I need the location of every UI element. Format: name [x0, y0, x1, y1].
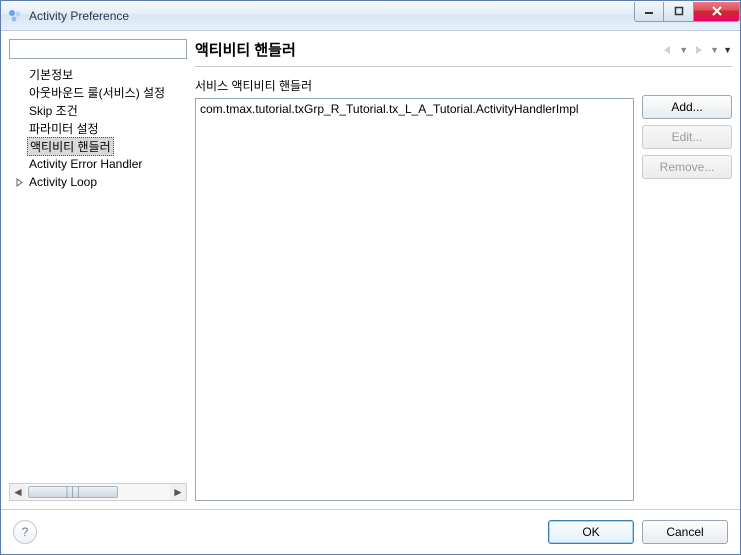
nav-back-menu-icon[interactable]: ▼ [679, 45, 688, 55]
scroll-right-arrow-icon[interactable]: ► [170, 484, 186, 500]
header-nav: ▼ ▼ ▼ [661, 44, 732, 56]
title-bar[interactable]: Activity Preference [1, 1, 740, 31]
page-title: 액티비티 핸들러 [195, 39, 661, 60]
nav-forward-menu-icon[interactable]: ▼ [710, 45, 719, 55]
handler-field: 서비스 액티비티 핸들러 com.tmax.tutorial.txGrp_R_T… [195, 77, 634, 501]
nav-back-icon[interactable] [661, 44, 675, 56]
tree-item-label: 아웃바운드 룰(서비스) 설정 [27, 84, 167, 101]
tree-item[interactable]: Activity Loop [9, 173, 187, 191]
cancel-button[interactable]: Cancel [642, 520, 728, 544]
help-icon[interactable]: ? [13, 520, 37, 544]
dialog-footer: ? OK Cancel [1, 509, 740, 554]
tree-item[interactable]: 아웃바운드 룰(서비스) 설정 [9, 83, 187, 101]
side-button-column: Add... Edit... Remove... [642, 77, 732, 501]
tree-item-label: 액티비티 핸들러 [27, 137, 114, 156]
dialog-window: Activity Preference 기본정보아웃바운드 룰(서비스) 설정S… [0, 0, 741, 555]
field-label: 서비스 액티비티 핸들러 [195, 77, 634, 94]
scroll-thumb[interactable]: │││ [28, 486, 118, 498]
horizontal-scrollbar[interactable]: ◄ │││ ► [9, 483, 187, 501]
tree-item[interactable]: 액티비티 핸들러 [9, 137, 187, 155]
tree-item-label: 기본정보 [27, 66, 75, 83]
tree-item-label: Activity Error Handler [27, 157, 144, 171]
minimize-button[interactable] [634, 2, 664, 22]
scroll-track[interactable]: │││ [26, 484, 170, 500]
nav-forward-icon[interactable] [692, 44, 706, 56]
tree-item[interactable]: Skip 조건 [9, 101, 187, 119]
sidebar: 기본정보아웃바운드 룰(서비스) 설정Skip 조건파라미터 설정액티비티 핸들… [9, 39, 187, 501]
tree-item-label: Skip 조건 [27, 102, 80, 119]
window-title: Activity Preference [29, 9, 634, 23]
tree-item[interactable]: 기본정보 [9, 65, 187, 83]
window-controls [634, 2, 740, 22]
tree-item[interactable]: Activity Error Handler [9, 155, 187, 173]
maximize-button[interactable] [664, 2, 694, 22]
chevron-right-icon[interactable] [13, 176, 25, 188]
tree-item[interactable]: 파라미터 설정 [9, 119, 187, 137]
remove-button[interactable]: Remove... [642, 155, 732, 179]
tree-item-label: Activity Loop [27, 175, 99, 189]
handler-listbox[interactable]: com.tmax.tutorial.txGrp_R_Tutorial.tx_L_… [195, 98, 634, 501]
tree-view[interactable]: 기본정보아웃바운드 룰(서비스) 설정Skip 조건파라미터 설정액티비티 핸들… [9, 63, 187, 483]
search-input[interactable] [9, 39, 187, 59]
tree-item-label: 파라미터 설정 [27, 120, 101, 137]
edit-button[interactable]: Edit... [642, 125, 732, 149]
main-panel: 액티비티 핸들러 ▼ ▼ ▼ 서비스 액티비티 핸들러 com.tmax.t [195, 39, 732, 501]
form-row: 서비스 액티비티 핸들러 com.tmax.tutorial.txGrp_R_T… [195, 77, 732, 501]
main-header: 액티비티 핸들러 ▼ ▼ ▼ [195, 39, 732, 67]
view-menu-icon[interactable]: ▼ [723, 45, 732, 55]
close-button[interactable] [694, 2, 740, 22]
add-button[interactable]: Add... [642, 95, 732, 119]
app-icon [7, 8, 23, 24]
list-item[interactable]: com.tmax.tutorial.txGrp_R_Tutorial.tx_L_… [198, 101, 631, 117]
scroll-left-arrow-icon[interactable]: ◄ [10, 484, 26, 500]
dialog-body: 기본정보아웃바운드 룰(서비스) 설정Skip 조건파라미터 설정액티비티 핸들… [1, 31, 740, 509]
ok-button[interactable]: OK [548, 520, 634, 544]
